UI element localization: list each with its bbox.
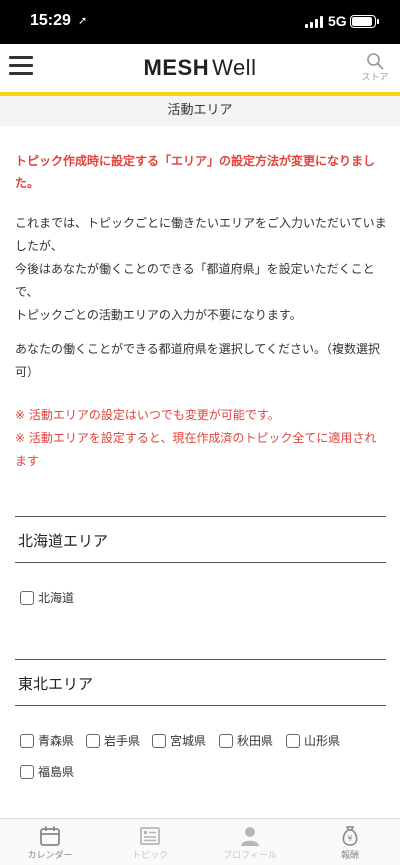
main-content[interactable]: トピック作成時に設定する「エリア」の設定方法が変更になりました。 これまでは、ト…	[0, 126, 400, 818]
store-label: ストア	[361, 73, 389, 83]
checkbox-box[interactable]	[20, 590, 34, 605]
region-divider	[15, 659, 386, 660]
store-button[interactable]: ストア	[358, 52, 392, 83]
notice-line-2: 今後はあなたが働くことのできる「都道府県」を設定いただくことで、	[15, 262, 375, 299]
checkbox-box[interactable]	[219, 733, 233, 748]
checkbox-box[interactable]	[152, 733, 166, 748]
region-divider	[15, 562, 386, 563]
app-logo: MESH Well	[0, 55, 400, 81]
logo-light: Well	[212, 55, 257, 80]
note-1: ※ 活動エリアの設定はいつでも変更が可能です。	[15, 408, 280, 422]
person-icon	[241, 827, 259, 846]
nav-label: トピック	[131, 851, 168, 861]
nav-label: プロフィール	[223, 851, 277, 861]
svg-text:¥: ¥	[347, 834, 352, 843]
checkbox-iwate[interactable]: 岩手県	[86, 732, 140, 749]
notes: ※ 活動エリアの設定はいつでも変更が可能です。 ※ 活動エリアを設定すると、現在…	[15, 404, 387, 473]
list-icon	[140, 827, 160, 845]
checkbox-label: 岩手県	[104, 734, 141, 748]
calendar-icon	[40, 826, 60, 846]
note-2: ※ 活動エリアを設定すると、現在作成済のトピック全てに適用されます	[15, 431, 377, 468]
region-title-hokkaido: 北海道エリア	[18, 532, 109, 550]
nav-reward[interactable]: ¥ 報酬	[310, 825, 390, 861]
checkbox-miyagi[interactable]: 宮城県	[152, 732, 206, 749]
nav-label: 報酬	[340, 851, 359, 861]
search-icon	[366, 52, 384, 70]
nav-label: カレンダー	[27, 851, 73, 861]
select-instruction: あなたの働くことができる都道府県を選択してください。（複数選択可）	[15, 342, 381, 379]
checkbox-aomori[interactable]: 青森県	[20, 732, 74, 749]
checkbox-label: 山形県	[304, 734, 341, 748]
checkbox-label: 青森県	[38, 734, 75, 748]
checkbox-box[interactable]	[20, 764, 34, 779]
location-arrow-icon: ➚	[78, 14, 88, 27]
checkbox-box[interactable]	[86, 733, 100, 748]
checkbox-label: 秋田県	[237, 734, 274, 748]
page-title: 活動エリア	[0, 92, 400, 126]
signal-icon	[305, 16, 325, 28]
logo-bold: MESH	[143, 55, 210, 80]
checkbox-label: 北海道	[38, 591, 75, 605]
notice-line-3: トピックごとの活動エリアの入力が不要になります。	[15, 308, 302, 322]
status-bar: 15:29 ➚ 5G	[0, 0, 400, 44]
nav-topic[interactable]: トピック	[110, 825, 190, 861]
checkbox-box[interactable]	[20, 733, 34, 748]
checkbox-label: 福島県	[38, 765, 75, 779]
network-type: 5G	[328, 13, 347, 29]
money-bag-icon: ¥	[342, 826, 358, 846]
checkbox-label: 宮城県	[170, 734, 207, 748]
nav-calendar[interactable]: カレンダー	[10, 825, 90, 861]
notice-paragraph: これまでは、トピックごとに働きたいエリアをご入力いただいていましたが、 今後はあ…	[15, 212, 387, 327]
checkbox-box[interactable]	[286, 733, 300, 748]
nav-profile[interactable]: プロフィール	[210, 825, 290, 861]
battery-icon	[350, 15, 379, 28]
app-header: MESH Well ストア	[0, 44, 400, 92]
status-time: 15:29	[30, 12, 71, 29]
region-title-tohoku: 東北エリア	[18, 675, 94, 693]
region-divider	[15, 516, 386, 517]
checkbox-akita[interactable]: 秋田県	[219, 732, 273, 749]
checkbox-yamagata[interactable]: 山形県	[286, 732, 340, 749]
bottom-nav: カレンダー トピック プロフィール ¥ 報酬	[0, 818, 400, 865]
region-divider	[15, 705, 386, 706]
checkbox-hokkaido[interactable]: 北海道	[20, 589, 74, 606]
notice-line-1: これまでは、トピックごとに働きたいエリアをご入力いただいていましたが、	[15, 216, 387, 253]
notice-headline: トピック作成時に設定する「エリア」の設定方法が変更になりました。	[15, 154, 376, 190]
checkbox-fukushima[interactable]: 福島県	[20, 763, 74, 780]
